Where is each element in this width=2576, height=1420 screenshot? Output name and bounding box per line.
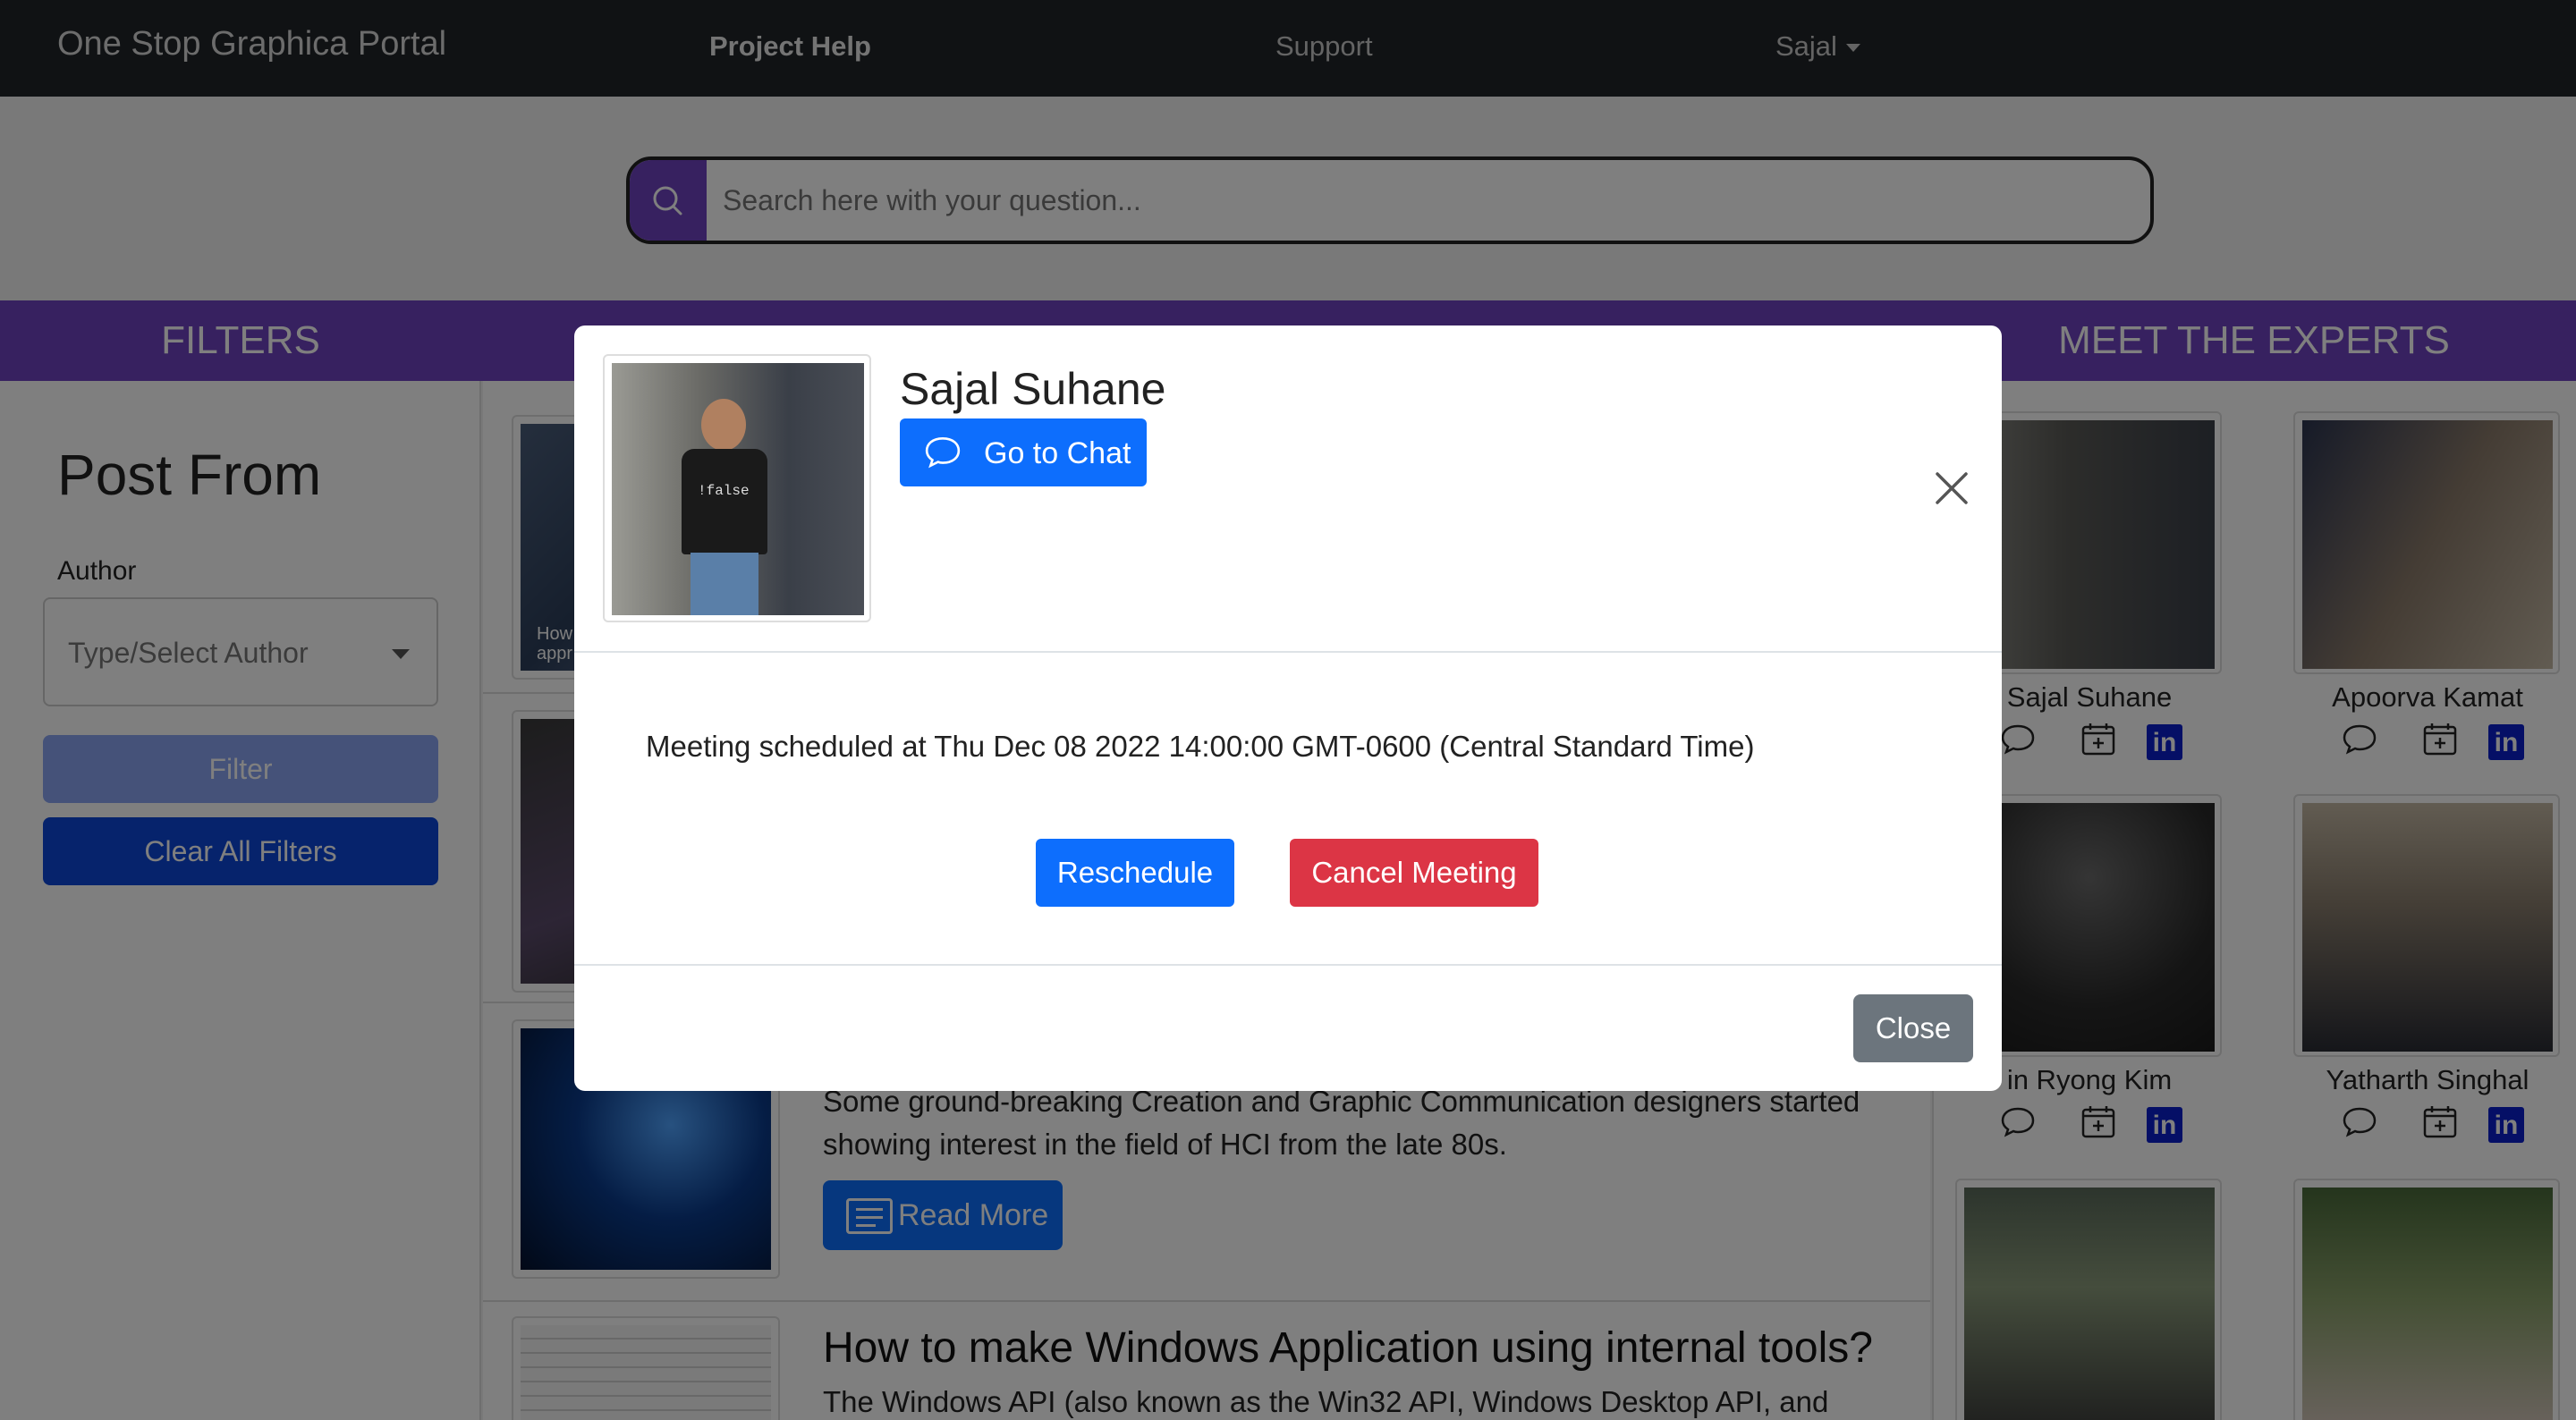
- modal-expert-photo: !false: [612, 363, 864, 615]
- shirt-text: !false: [698, 483, 750, 499]
- expert-modal: !false Sajal Suhane Go to Chat Meeting s…: [574, 325, 2002, 1091]
- modal-header-divider: [574, 651, 2002, 653]
- close-icon[interactable]: [1934, 470, 1970, 506]
- cancel-meeting-button[interactable]: Cancel Meeting: [1290, 839, 1538, 907]
- reschedule-button[interactable]: Reschedule: [1036, 839, 1234, 907]
- close-button[interactable]: Close: [1853, 994, 1973, 1062]
- meeting-scheduled-text: Meeting scheduled at Thu Dec 08 2022 14:…: [646, 730, 1755, 763]
- chat-icon: [925, 436, 961, 469]
- modal-footer-divider: [574, 964, 2002, 966]
- modal-expert-photo-frame: !false: [603, 354, 871, 622]
- go-to-chat-label: Go to Chat: [984, 436, 1131, 470]
- modal-expert-name: Sajal Suhane: [900, 364, 1166, 414]
- go-to-chat-button[interactable]: Go to Chat: [900, 418, 1147, 486]
